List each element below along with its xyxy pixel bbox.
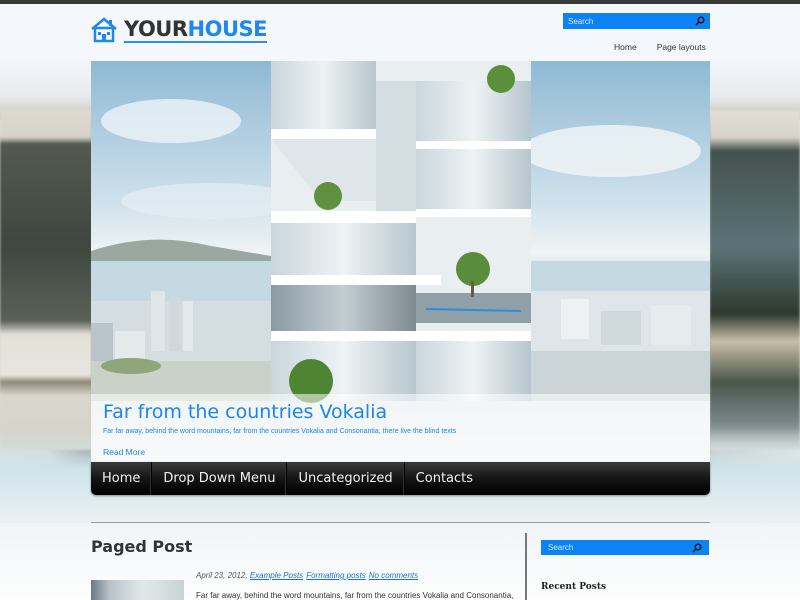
hero-caption: Far from the countries Vokalia Far far a… [91, 394, 710, 463]
background-right-building [710, 110, 800, 450]
site-logo[interactable]: YOURHOUSE [90, 15, 268, 45]
top-dark-strip [0, 0, 800, 4]
main-nav-contacts[interactable]: Contacts [405, 462, 484, 495]
post-category-link[interactable]: Example Posts [250, 571, 303, 580]
background-left-building [0, 110, 92, 450]
logo-text-house: HOUSE [187, 17, 268, 41]
post-title[interactable]: Paged Post [91, 537, 192, 556]
post-thumbnail[interactable] [91, 580, 184, 600]
recent-posts-heading: Recent Posts [541, 582, 607, 592]
read-more-link[interactable]: Read More [103, 447, 698, 457]
logo-text: YOURHOUSE [124, 17, 268, 43]
header-search-input[interactable] [568, 16, 695, 26]
hero-text: Far far away, behind the word mountains,… [103, 428, 457, 435]
main-nav-uncategorized[interactable]: Uncategorized [287, 462, 405, 495]
house-icon [91, 17, 117, 43]
sidebar-search-input[interactable] [548, 543, 692, 552]
content-divider [91, 522, 710, 523]
sidebar-divider [525, 533, 527, 600]
search-icon[interactable] [692, 543, 702, 553]
post-comments-link[interactable]: No comments [369, 571, 418, 580]
post-category-link[interactable]: Formatting posts [306, 571, 366, 580]
logo-text-your: YOUR [124, 17, 188, 41]
main-nav-drop-down-menu[interactable]: Drop Down Menu [152, 462, 288, 495]
sidebar-search [541, 540, 709, 555]
main-nav-home[interactable]: Home [91, 462, 153, 495]
main-nav: Home Drop Down Menu Uncategorized Contac… [91, 462, 710, 495]
hero-title[interactable]: Far from the countries Vokalia [103, 400, 698, 424]
search-icon[interactable] [695, 16, 705, 26]
post-meta: April 23, 2012, Example Posts Formatting … [196, 571, 421, 580]
post-date: April 23, 2012, [196, 571, 248, 580]
top-nav: Home Page layouts [614, 42, 706, 52]
top-nav-home[interactable]: Home [614, 42, 637, 52]
post-excerpt: Far far away, behind the word mountains,… [196, 591, 514, 600]
top-nav-page-layouts[interactable]: Page layouts [657, 42, 706, 52]
tower-illustration [271, 61, 531, 403]
header-search [563, 13, 710, 29]
hero-slider[interactable]: Far from the countries Vokalia Far far a… [91, 61, 710, 463]
